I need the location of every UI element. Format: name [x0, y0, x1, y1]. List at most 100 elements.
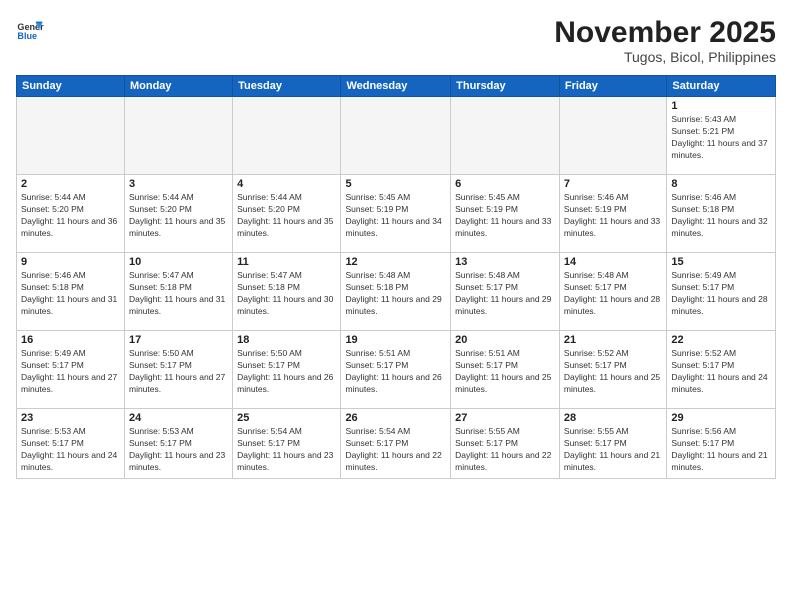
- day-number: 14: [564, 256, 662, 268]
- day-info: Sunrise: 5:50 AMSunset: 5:17 PMDaylight:…: [237, 348, 336, 396]
- table-row: 19 Sunrise: 5:51 AMSunset: 5:17 PMDayligh…: [341, 331, 451, 409]
- day-number: 9: [21, 256, 120, 268]
- table-row: 1 Sunrise: 5:43 AMSunset: 5:21 PMDaylight…: [667, 97, 776, 175]
- day-number: 1: [671, 100, 771, 112]
- table-row: 23 Sunrise: 5:53 AMSunset: 5:17 PMDayligh…: [17, 409, 125, 479]
- day-number: 2: [21, 178, 120, 190]
- header: General Blue November 2025 Tugos, Bicol,…: [16, 16, 776, 65]
- calendar-row: 2 Sunrise: 5:44 AMSunset: 5:20 PMDaylight…: [17, 175, 776, 253]
- day-info: Sunrise: 5:44 AMSunset: 5:20 PMDaylight:…: [21, 192, 120, 240]
- table-row: 3 Sunrise: 5:44 AMSunset: 5:20 PMDaylight…: [124, 175, 232, 253]
- logo: General Blue: [16, 16, 44, 44]
- day-number: 22: [671, 334, 771, 346]
- day-number: 7: [564, 178, 662, 190]
- day-number: 16: [21, 334, 120, 346]
- day-number: 23: [21, 412, 120, 424]
- table-row: 12 Sunrise: 5:48 AMSunset: 5:18 PMDayligh…: [341, 253, 451, 331]
- table-row: [17, 97, 125, 175]
- header-tuesday: Tuesday: [233, 76, 341, 97]
- day-number: 8: [671, 178, 771, 190]
- calendar-row: 23 Sunrise: 5:53 AMSunset: 5:17 PMDayligh…: [17, 409, 776, 479]
- day-info: Sunrise: 5:43 AMSunset: 5:21 PMDaylight:…: [671, 114, 771, 162]
- table-row: [451, 97, 560, 175]
- table-row: [341, 97, 451, 175]
- day-info: Sunrise: 5:53 AMSunset: 5:17 PMDaylight:…: [21, 426, 120, 474]
- page: General Blue November 2025 Tugos, Bicol,…: [0, 0, 792, 612]
- title-area: November 2025 Tugos, Bicol, Philippines: [554, 16, 776, 65]
- month-title: November 2025: [554, 16, 776, 49]
- day-info: Sunrise: 5:56 AMSunset: 5:17 PMDaylight:…: [671, 426, 771, 474]
- day-number: 5: [345, 178, 446, 190]
- calendar: Sunday Monday Tuesday Wednesday Thursday…: [16, 75, 776, 479]
- day-info: Sunrise: 5:55 AMSunset: 5:17 PMDaylight:…: [455, 426, 555, 474]
- header-saturday: Saturday: [667, 76, 776, 97]
- table-row: 9 Sunrise: 5:46 AMSunset: 5:18 PMDaylight…: [17, 253, 125, 331]
- day-info: Sunrise: 5:51 AMSunset: 5:17 PMDaylight:…: [345, 348, 446, 396]
- table-row: [124, 97, 232, 175]
- day-info: Sunrise: 5:47 AMSunset: 5:18 PMDaylight:…: [237, 270, 336, 318]
- day-info: Sunrise: 5:54 AMSunset: 5:17 PMDaylight:…: [237, 426, 336, 474]
- day-number: 13: [455, 256, 555, 268]
- header-sunday: Sunday: [17, 76, 125, 97]
- day-number: 10: [129, 256, 228, 268]
- table-row: 2 Sunrise: 5:44 AMSunset: 5:20 PMDaylight…: [17, 175, 125, 253]
- svg-text:Blue: Blue: [17, 31, 37, 41]
- table-row: 8 Sunrise: 5:46 AMSunset: 5:18 PMDaylight…: [667, 175, 776, 253]
- table-row: 11 Sunrise: 5:47 AMSunset: 5:18 PMDayligh…: [233, 253, 341, 331]
- table-row: [233, 97, 341, 175]
- table-row: 25Sunrise: 5:54 AMSunset: 5:17 PMDayligh…: [233, 409, 341, 479]
- day-number: 20: [455, 334, 555, 346]
- day-info: Sunrise: 5:48 AMSunset: 5:18 PMDaylight:…: [345, 270, 446, 318]
- day-number: 26: [345, 412, 446, 424]
- table-row: 14 Sunrise: 5:48 AMSunset: 5:17 PMDayligh…: [559, 253, 666, 331]
- day-info: Sunrise: 5:54 AMSunset: 5:17 PMDaylight:…: [345, 426, 446, 474]
- day-number: 17: [129, 334, 228, 346]
- day-info: Sunrise: 5:50 AMSunset: 5:17 PMDaylight:…: [129, 348, 228, 396]
- table-row: 17 Sunrise: 5:50 AMSunset: 5:17 PMDayligh…: [124, 331, 232, 409]
- table-row: 22 Sunrise: 5:52 AMSunset: 5:17 PMDayligh…: [667, 331, 776, 409]
- table-row: 4Sunrise: 5:44 AMSunset: 5:20 PMDaylight…: [233, 175, 341, 253]
- day-number: 11: [237, 256, 336, 268]
- day-number: 28: [564, 412, 662, 424]
- table-row: 13Sunrise: 5:48 AMSunset: 5:17 PMDayligh…: [451, 253, 560, 331]
- logo-icon: General Blue: [16, 16, 44, 44]
- day-info: Sunrise: 5:51 AMSunset: 5:17 PMDaylight:…: [455, 348, 555, 396]
- table-row: 24 Sunrise: 5:53 AMSunset: 5:17 PMDayligh…: [124, 409, 232, 479]
- day-info: Sunrise: 5:46 AMSunset: 5:18 PMDaylight:…: [21, 270, 120, 318]
- day-info: Sunrise: 5:52 AMSunset: 5:17 PMDaylight:…: [671, 348, 771, 396]
- table-row: [559, 97, 666, 175]
- day-number: 3: [129, 178, 228, 190]
- day-number: 29: [671, 412, 771, 424]
- day-number: 15: [671, 256, 771, 268]
- day-number: 12: [345, 256, 446, 268]
- day-number: 27: [455, 412, 555, 424]
- table-row: 15 Sunrise: 5:49 AMSunset: 5:17 PMDayligh…: [667, 253, 776, 331]
- day-info: Sunrise: 5:48 AMSunset: 5:17 PMDaylight:…: [564, 270, 662, 318]
- day-info: Sunrise: 5:55 AMSunset: 5:17 PMDaylight:…: [564, 426, 662, 474]
- day-info: Sunrise: 5:46 AMSunset: 5:19 PMDaylight:…: [564, 192, 662, 240]
- header-thursday: Thursday: [451, 76, 560, 97]
- day-number: 24: [129, 412, 228, 424]
- table-row: 26 Sunrise: 5:54 AMSunset: 5:17 PMDayligh…: [341, 409, 451, 479]
- day-info: Sunrise: 5:49 AMSunset: 5:17 PMDaylight:…: [671, 270, 771, 318]
- day-number: 6: [455, 178, 555, 190]
- header-wednesday: Wednesday: [341, 76, 451, 97]
- table-row: 6Sunrise: 5:45 AMSunset: 5:19 PMDaylight…: [451, 175, 560, 253]
- day-number: 21: [564, 334, 662, 346]
- table-row: 5 Sunrise: 5:45 AMSunset: 5:19 PMDaylight…: [341, 175, 451, 253]
- table-row: 29 Sunrise: 5:56 AMSunset: 5:17 PMDayligh…: [667, 409, 776, 479]
- table-row: 27 Sunrise: 5:55 AMSunset: 5:17 PMDayligh…: [451, 409, 560, 479]
- day-number: 19: [345, 334, 446, 346]
- day-info: Sunrise: 5:52 AMSunset: 5:17 PMDaylight:…: [564, 348, 662, 396]
- day-info: Sunrise: 5:45 AMSunset: 5:19 PMDaylight:…: [345, 192, 446, 240]
- calendar-row: 16 Sunrise: 5:49 AMSunset: 5:17 PMDayligh…: [17, 331, 776, 409]
- header-friday: Friday: [559, 76, 666, 97]
- day-number: 18: [237, 334, 336, 346]
- day-info: Sunrise: 5:44 AMSunset: 5:20 PMDaylight:…: [237, 192, 336, 240]
- table-row: 18 Sunrise: 5:50 AMSunset: 5:17 PMDayligh…: [233, 331, 341, 409]
- day-info: Sunrise: 5:46 AMSunset: 5:18 PMDaylight:…: [671, 192, 771, 240]
- day-info: Sunrise: 5:44 AMSunset: 5:20 PMDaylight:…: [129, 192, 228, 240]
- day-info: Sunrise: 5:53 AMSunset: 5:17 PMDaylight:…: [129, 426, 228, 474]
- calendar-row: 9 Sunrise: 5:46 AMSunset: 5:18 PMDaylight…: [17, 253, 776, 331]
- day-info: Sunrise: 5:49 AMSunset: 5:17 PMDaylight:…: [21, 348, 120, 396]
